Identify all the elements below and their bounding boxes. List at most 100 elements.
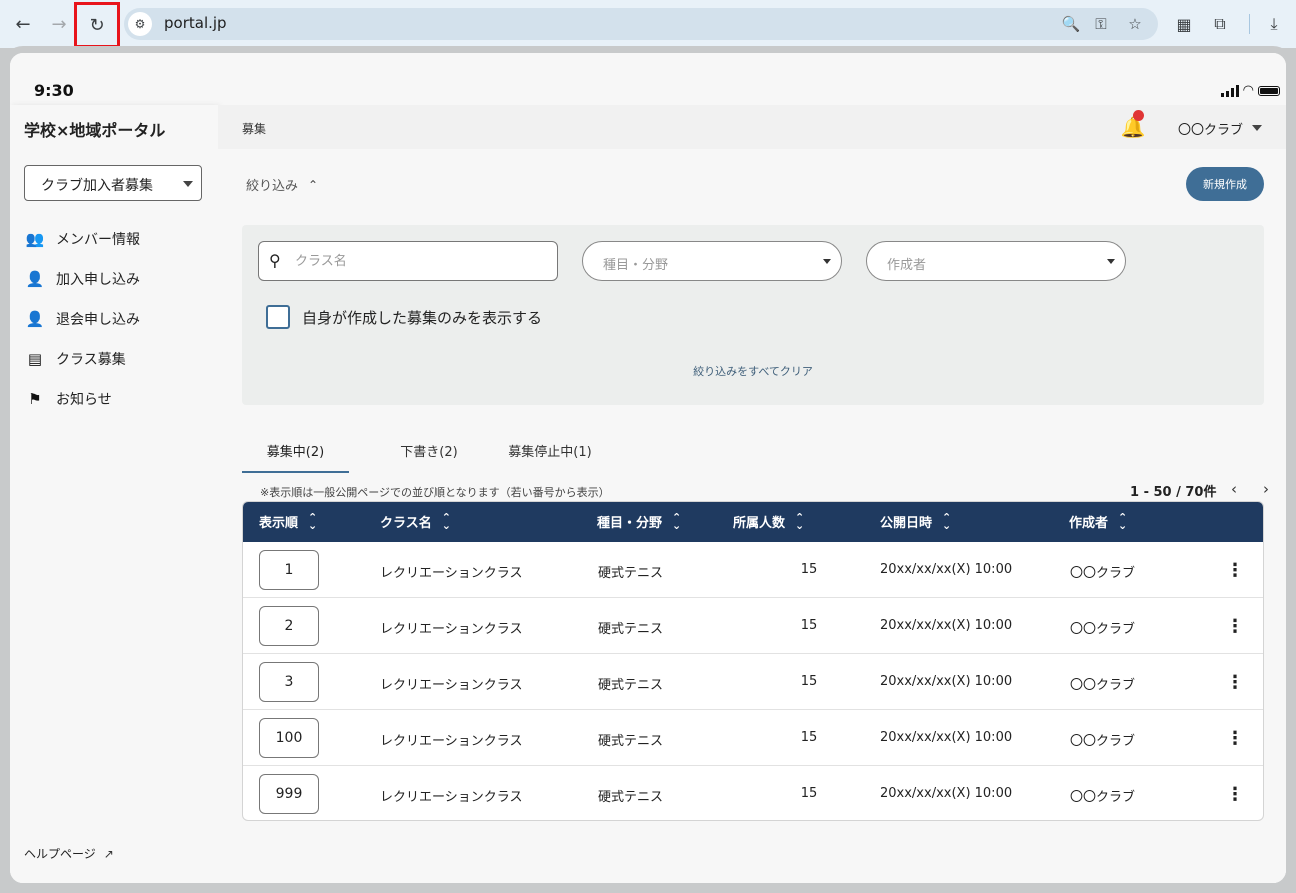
- more-vert-icon[interactable]: ⋮: [1225, 726, 1245, 750]
- only-mine-checkbox[interactable]: [266, 305, 290, 329]
- zoom-icon[interactable]: 🔍: [1060, 14, 1082, 34]
- chevron-left-icon[interactable]: ‹: [1224, 479, 1244, 499]
- external-link-icon: ↗: [103, 846, 114, 861]
- category-cell: 硬式テニス: [598, 790, 664, 805]
- caret-down-icon: [823, 259, 831, 264]
- only-mine-label: 自身が作成した募集のみを表示する: [302, 308, 543, 327]
- published-cell: 20xx/xx/xx(X) 10:00: [880, 786, 1013, 801]
- tab-recruiting[interactable]: 募集中(2): [242, 441, 349, 473]
- table-row: 3 レクリエーションクラス 硬式テニス 15 20xx/xx/xx(X) 10:…: [243, 654, 1263, 710]
- help-link[interactable]: ヘルプページ ↗: [24, 845, 114, 862]
- bookmark-star-icon[interactable]: ☆: [1124, 14, 1146, 34]
- filter-panel: ⚲ 種目・分野 作成者 自身が作成した募集のみを表示する 絞り込みをすべてクリア: [242, 225, 1264, 405]
- class-name-cell: レクリエーションクラス: [380, 790, 523, 805]
- published-cell: 20xx/xx/xx(X) 10:00: [880, 618, 1013, 633]
- published-cell: 20xx/xx/xx(X) 10:00: [880, 674, 1013, 689]
- status-icons: ◠: [1220, 83, 1280, 98]
- more-vert-icon[interactable]: ⋮: [1225, 782, 1245, 806]
- sidebar-item-label: 加入申し込み: [56, 272, 140, 288]
- class-name-cell: レクリエーションクラス: [380, 678, 523, 693]
- author-dropdown[interactable]: 作成者: [866, 241, 1126, 281]
- tablet-screen: 9:30 ◠ 学校×地域ポータル クラブ加入者募集 👥 メンバー情報 👤 加入申…: [10, 53, 1286, 883]
- category-cell: 硬式テニス: [598, 622, 664, 637]
- create-new-button[interactable]: 新規作成: [1186, 167, 1264, 201]
- sidebar-item-members[interactable]: 👥 メンバー情報: [24, 227, 140, 251]
- sidebar-item-label: クラス募集: [56, 352, 126, 368]
- back-icon[interactable]: ←: [8, 9, 38, 39]
- table-row: 100 レクリエーションクラス 硬式テニス 15 20xx/xx/xx(X) 1…: [243, 710, 1263, 766]
- sidebar-item-notices[interactable]: ⚑ お知らせ: [24, 387, 111, 411]
- column-members[interactable]: 所属人数 ⌃ ⌄: [733, 512, 804, 532]
- sort-icon: ⌃ ⌄: [1118, 510, 1128, 532]
- club-select-value: クラブ加入者募集: [41, 178, 153, 194]
- club-select[interactable]: クラブ加入者募集: [24, 165, 202, 201]
- tab-drafts[interactable]: 下書き(2): [378, 441, 480, 473]
- sort-icon: ⌃ ⌄: [672, 510, 682, 532]
- sidebar-item-label: メンバー情報: [56, 232, 140, 248]
- published-cell: 20xx/xx/xx(X) 10:00: [880, 562, 1013, 577]
- author-cell: 〇〇クラブ: [1070, 734, 1136, 749]
- order-input[interactable]: 100: [259, 718, 319, 758]
- members-cell: 15: [800, 674, 818, 689]
- key-icon[interactable]: ⚿: [1090, 14, 1112, 34]
- column-order[interactable]: 表示順 ⌃ ⌄: [259, 512, 317, 532]
- brand-title: 学校×地域ポータル: [24, 121, 166, 140]
- sidebar-item-join-requests[interactable]: 👤 加入申し込み: [24, 267, 140, 291]
- account-menu[interactable]: 〇〇クラブ: [1178, 119, 1243, 138]
- author-cell: 〇〇クラブ: [1070, 790, 1136, 805]
- class-name-search-input[interactable]: [295, 250, 545, 272]
- filter-toggle[interactable]: 絞り込み ⌃: [246, 175, 319, 195]
- url-text[interactable]: portal.jp: [164, 14, 227, 32]
- caret-down-icon[interactable]: [1252, 125, 1262, 131]
- search-box[interactable]: ⚲: [258, 241, 558, 281]
- column-category[interactable]: 種目・分野 ⌃ ⌄: [597, 510, 682, 532]
- column-author[interactable]: 作成者 ⌃ ⌄: [1069, 510, 1128, 532]
- more-vert-icon[interactable]: ⋮: [1225, 614, 1245, 638]
- order-input[interactable]: 3: [259, 662, 319, 702]
- column-published[interactable]: 公開日時 ⌃ ⌄: [880, 510, 952, 532]
- order-input[interactable]: 1: [259, 550, 319, 590]
- category-dropdown[interactable]: 種目・分野: [582, 241, 842, 281]
- campaign-icon: ⚑: [28, 390, 42, 408]
- download-icon[interactable]: ⤓: [1262, 13, 1286, 35]
- order-input[interactable]: 999: [259, 774, 319, 814]
- chevron-right-icon[interactable]: ›: [1256, 479, 1276, 499]
- site-info-icon[interactable]: ⚙: [128, 12, 152, 36]
- top-bar: 募集 🔔 〇〇クラブ: [218, 105, 1286, 149]
- class-name-cell: レクリエーションクラス: [380, 566, 523, 581]
- reload-button[interactable]: ↻: [74, 2, 120, 48]
- person-add-icon: 👤: [25, 270, 45, 288]
- sidebar-item-leave-requests[interactable]: 👤 退会申し込み: [24, 307, 140, 331]
- clear-filters-link[interactable]: 絞り込みをすべてクリア: [242, 363, 1264, 379]
- only-mine-option[interactable]: 自身が作成した募集のみを表示する: [266, 305, 542, 329]
- table-row: 1 レクリエーションクラス 硬式テニス 15 20xx/xx/xx(X) 10:…: [243, 542, 1263, 598]
- qr-code-icon[interactable]: ▦: [1172, 13, 1196, 35]
- calendar-icon: ▤: [27, 350, 43, 368]
- main-content: 募集 🔔 〇〇クラブ 絞り込み ⌃ 新規作成 ⚲ 種目・分野: [218, 105, 1286, 883]
- address-bar[interactable]: ⚙ portal.jp 🔍 ⚿ ☆: [124, 8, 1158, 40]
- more-vert-icon[interactable]: ⋮: [1225, 558, 1245, 582]
- help-label: ヘルプページ: [24, 847, 96, 861]
- sidebar: 学校×地域ポータル クラブ加入者募集 👥 メンバー情報 👤 加入申し込み 👤 退…: [10, 105, 218, 883]
- extensions-icon[interactable]: ⧉: [1208, 13, 1232, 35]
- table-header: 表示順 ⌃ ⌄ クラス名 ⌃ ⌄ 種目・分野 ⌃ ⌄ 所属人数 ⌃ ⌄ 公開日時 ⌃ ⌄ 作成者 ⌃ ⌄: [243, 502, 1263, 542]
- signal-icon: [1220, 84, 1239, 97]
- class-name-cell: レクリエーションクラス: [380, 622, 523, 637]
- column-class-name[interactable]: クラス名 ⌃ ⌄: [380, 512, 451, 532]
- search-icon: ⚲: [269, 251, 281, 270]
- chevron-up-icon: ⌃: [308, 177, 319, 192]
- order-input[interactable]: 2: [259, 606, 319, 646]
- sidebar-item-class-recruitment[interactable]: ▤ クラス募集: [24, 347, 126, 371]
- tablet-frame: 9:30 ◠ 学校×地域ポータル クラブ加入者募集 👥 メンバー情報 👤 加入申…: [3, 46, 1293, 890]
- published-cell: 20xx/xx/xx(X) 10:00: [880, 730, 1013, 745]
- notification-badge: [1133, 110, 1144, 121]
- forward-icon[interactable]: →: [44, 9, 74, 39]
- sort-icon: ⌃ ⌄: [942, 510, 952, 532]
- author-cell: 〇〇クラブ: [1070, 566, 1136, 581]
- tab-suspended[interactable]: 募集停止中(1): [490, 441, 610, 473]
- author-cell: 〇〇クラブ: [1070, 622, 1136, 637]
- caret-down-icon: [1107, 259, 1115, 264]
- table-row: 999 レクリエーションクラス 硬式テニス 15 20xx/xx/xx(X) 1…: [243, 766, 1263, 820]
- more-vert-icon[interactable]: ⋮: [1225, 670, 1245, 694]
- category-cell: 硬式テニス: [598, 566, 664, 581]
